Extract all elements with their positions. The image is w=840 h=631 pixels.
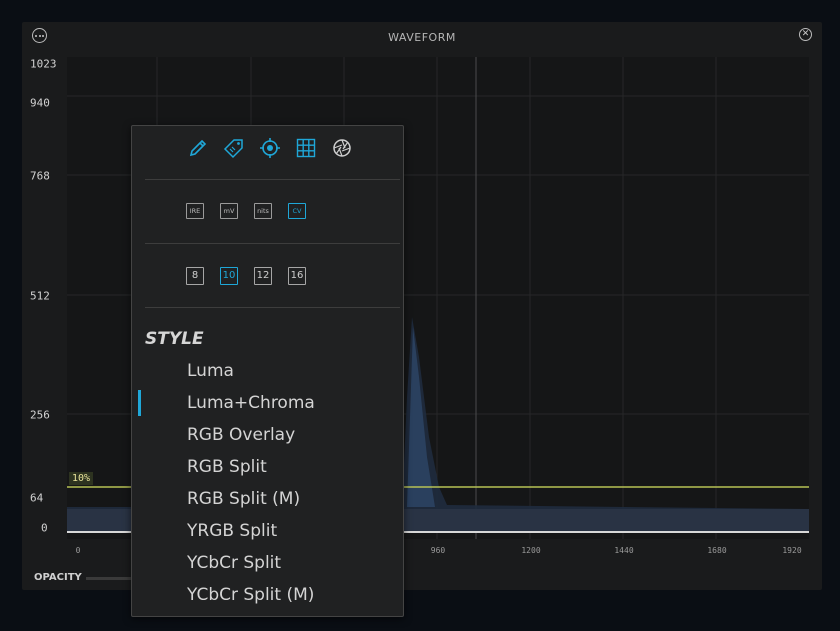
y-tick-label: 256 <box>30 408 50 422</box>
x-tick-label: 1920 <box>782 546 802 555</box>
bit-depth-selector: 8 10 12 16 <box>186 267 306 285</box>
tool-icon-row <box>186 136 354 160</box>
y-tick-label: 512 <box>30 289 50 303</box>
y-tick-label: 940 <box>30 96 50 110</box>
style-option-ycbcr-split-m[interactable]: YCbCr Split (M) <box>187 585 314 605</box>
y-tick-label: 0 <box>41 521 48 535</box>
unit-selector: IRE mV nits CV <box>186 203 306 219</box>
selected-style-indicator <box>138 390 141 416</box>
x-tick-label: 0 <box>75 546 81 555</box>
x-tick-label: 960 <box>430 546 446 555</box>
style-option-luma-chroma[interactable]: Luma+Chroma <box>187 393 315 413</box>
panel-title: WAVEFORM <box>388 31 456 44</box>
bit-depth-16-button[interactable]: 16 <box>288 267 306 285</box>
style-option-yrgb-split[interactable]: YRGB Split <box>187 521 277 541</box>
y-tick-label: 768 <box>30 169 50 183</box>
unit-nits-button[interactable]: nits <box>254 203 272 219</box>
y-tick-label: 1023 <box>30 57 57 71</box>
close-circle-icon[interactable]: ✕ <box>799 28 812 41</box>
bit-depth-12-button[interactable]: 12 <box>254 267 272 285</box>
crosshair-target-icon[interactable] <box>258 136 282 160</box>
style-option-ycbcr-split[interactable]: YCbCr Split <box>187 553 281 573</box>
eyedropper-icon[interactable] <box>186 136 210 160</box>
style-heading: STYLE <box>145 329 204 349</box>
aperture-icon[interactable] <box>330 136 354 160</box>
opacity-slider[interactable] <box>86 577 134 580</box>
tag-icon[interactable] <box>222 136 246 160</box>
style-option-luma[interactable]: Luma <box>187 361 234 381</box>
target-level-badge: 10% <box>69 472 94 485</box>
unit-cv-button[interactable]: CV <box>288 203 306 219</box>
y-tick-label: 64 <box>30 491 44 505</box>
divider <box>145 179 400 180</box>
unit-mv-button[interactable]: mV <box>220 203 238 219</box>
x-tick-label: 1680 <box>707 546 727 555</box>
x-tick-label: 1440 <box>614 546 634 555</box>
style-option-rgb-split-m[interactable]: RGB Split (M) <box>187 489 300 509</box>
style-option-rgb-overlay[interactable]: RGB Overlay <box>187 425 295 445</box>
x-tick-label: 1200 <box>521 546 541 555</box>
unit-ire-button[interactable]: IRE <box>186 203 204 219</box>
grid-icon[interactable] <box>294 136 318 160</box>
divider <box>145 307 400 308</box>
divider <box>145 243 400 244</box>
opacity-label: OPACITY <box>34 572 82 583</box>
settings-popup: IRE mV nits CV 8 10 12 16 STYLE Luma Lum… <box>131 125 404 617</box>
bit-depth-10-button[interactable]: 10 <box>220 267 238 285</box>
bit-depth-8-button[interactable]: 8 <box>186 267 204 285</box>
style-option-rgb-split[interactable]: RGB Split <box>187 457 267 477</box>
